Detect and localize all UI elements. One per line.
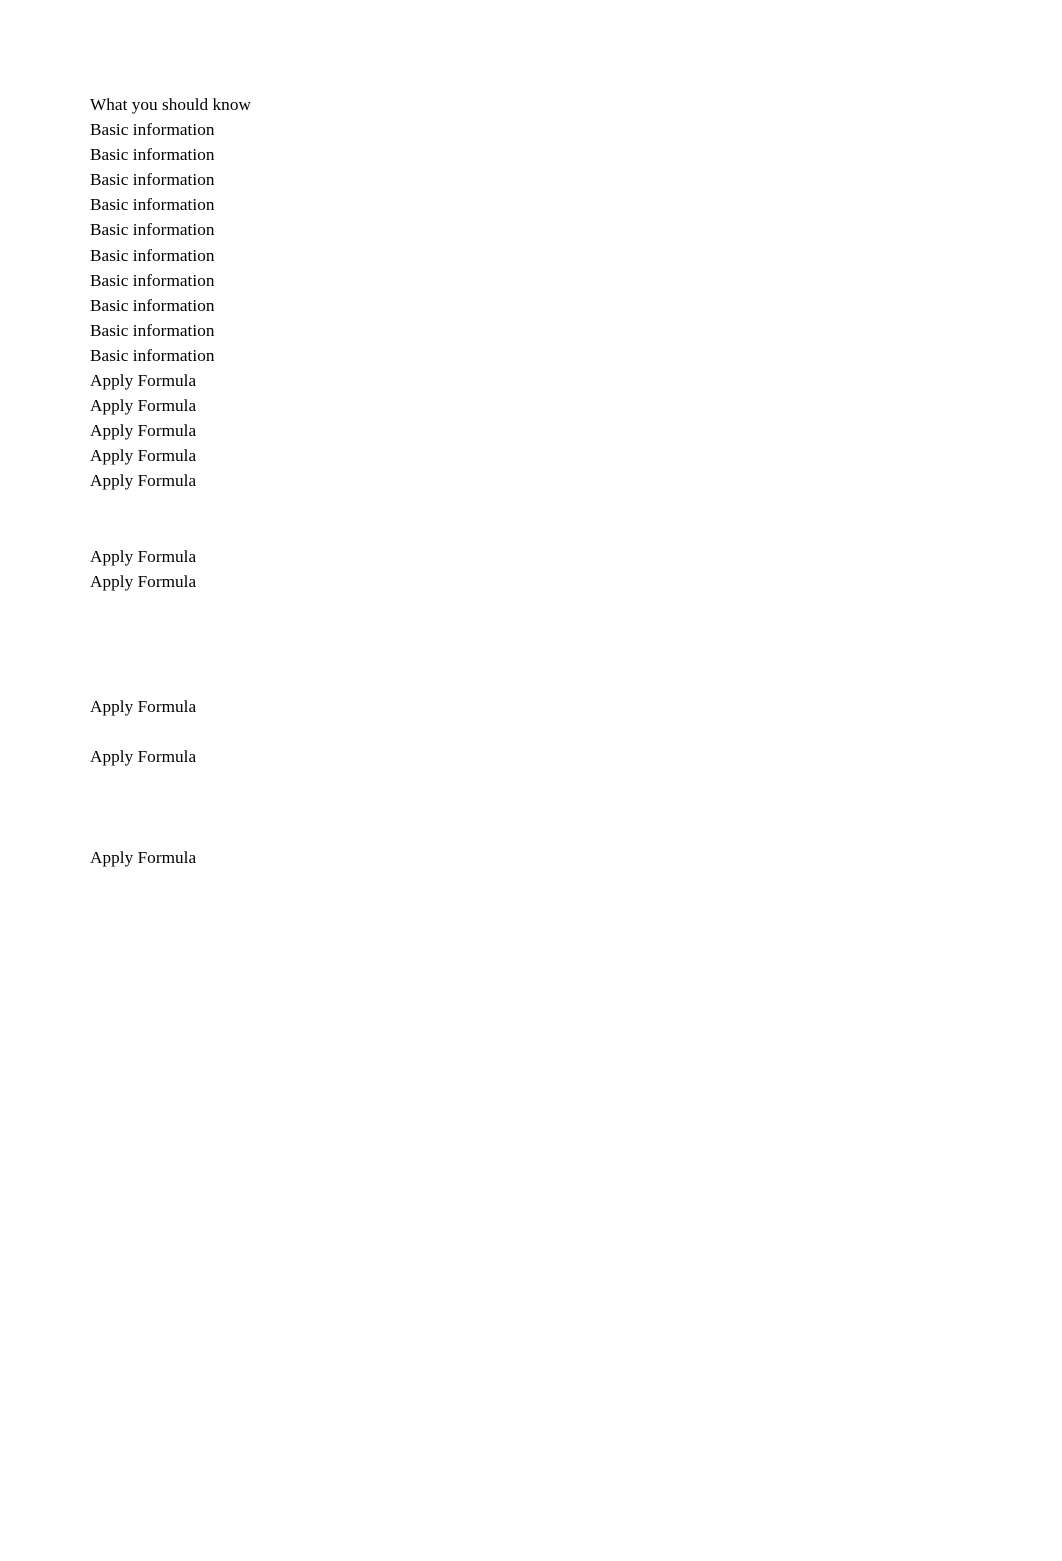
text-line: Basic information [90, 295, 215, 315]
text-line: Apply Formula [90, 371, 197, 391]
text-line: Basic information [90, 270, 215, 290]
document-heading: What you should know [90, 95, 251, 114]
text-line: Basic information [90, 345, 215, 365]
text-line: Apply Formula [90, 546, 197, 566]
text-line: Apply Formula [90, 396, 197, 416]
document-text-body: What you should know Basic information Bas… [90, 92, 970, 870]
text-line: Basic information [90, 120, 215, 140]
text-line: Basic information [90, 170, 215, 190]
text-line: Apply Formula [90, 697, 197, 717]
text-line: Apply Formula [90, 571, 197, 591]
text-line: Basic information [90, 195, 215, 215]
text-line: Basic information [90, 220, 215, 240]
document-page: What you should know Basic information Bas… [0, 0, 1062, 1561]
text-line: Basic information [90, 145, 215, 165]
text-line: Basic information [90, 245, 215, 265]
text-line: Apply Formula [90, 847, 197, 867]
text-line: Apply Formula [90, 747, 197, 767]
text-line: Basic information [90, 320, 215, 340]
text-line: Apply Formula [90, 471, 197, 491]
text-line: Apply Formula [90, 421, 197, 441]
text-line: Apply Formula [90, 446, 197, 466]
